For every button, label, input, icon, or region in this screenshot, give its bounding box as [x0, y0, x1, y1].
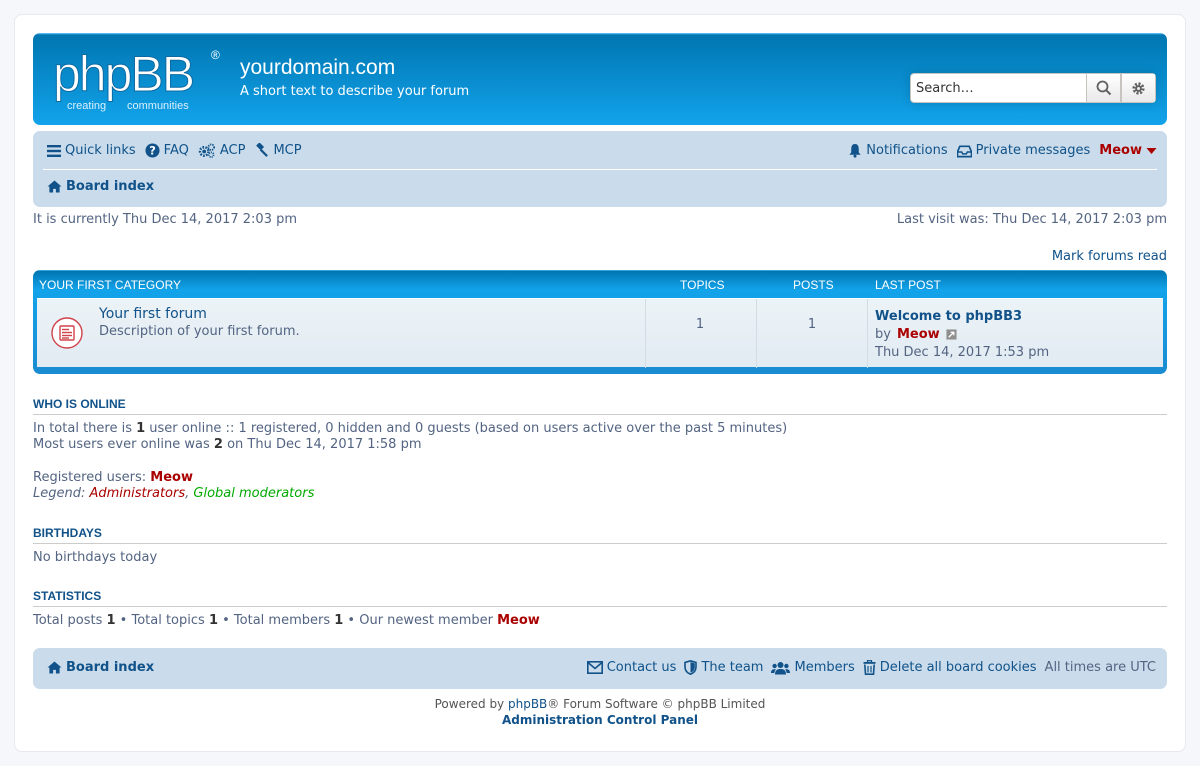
notifications-link[interactable]: Notifications — [848, 143, 948, 158]
user-menu[interactable]: Meow — [1099, 143, 1157, 158]
category-header: YOUR FIRST CATEGORY TOPICS POSTS LAST PO… — [33, 270, 1167, 298]
inbox-icon — [956, 144, 972, 157]
phpbb-logo[interactable]: phpBB ® creating communities — [51, 43, 226, 113]
who-is-online-title[interactable]: WHO IS ONLINE — [33, 397, 1167, 415]
trash-icon — [863, 660, 876, 675]
footer-board-index-link[interactable]: Board index — [47, 660, 154, 675]
last-post-title-link[interactable]: Welcome to phpBB3 — [875, 309, 1022, 324]
shield-icon — [684, 660, 698, 675]
navbar: Quick links ? FAQ ACP MCP Notifications … — [33, 131, 1167, 207]
online-record-line: Most users ever online was 2 on Thu Dec … — [33, 437, 422, 452]
current-time: It is currently Thu Dec 14, 2017 2:03 pm — [33, 212, 298, 227]
site-title: yourdomain.com — [240, 56, 396, 79]
forum-title-link[interactable]: Your first forum — [99, 306, 207, 322]
quick-links-label: Quick links — [65, 143, 136, 158]
birthdays-title: BIRTHDAYS — [33, 526, 1167, 544]
faq-label: FAQ — [163, 143, 189, 158]
timezone-note: All times are UTC — [1044, 660, 1156, 675]
search-button[interactable] — [1086, 73, 1121, 103]
hamburger-icon — [47, 144, 61, 157]
notifications-label: Notifications — [866, 143, 948, 158]
last-post-by-label: by — [875, 327, 891, 342]
acp-link[interactable]: ACP — [198, 143, 246, 158]
legend-global-moderators-link[interactable]: Global moderators — [193, 486, 314, 501]
view-latest-post-icon[interactable] — [946, 329, 957, 340]
svg-text:®: ® — [211, 48, 220, 62]
column-separator — [756, 299, 757, 368]
powered-by-line: Powered by phpBB® Forum Software © phpBB… — [434, 697, 766, 711]
statistics-title: STATISTICS — [33, 589, 1167, 607]
breadcrumb-board-index[interactable]: Board index — [47, 179, 154, 194]
caret-down-icon — [1146, 147, 1157, 154]
online-total-line: In total there is 1 user online :: 1 reg… — [33, 421, 788, 436]
bell-icon — [849, 143, 861, 158]
last-post-time: Thu Dec 14, 2017 1:53 pm — [875, 345, 1050, 360]
cogs-icon — [198, 143, 215, 158]
mark-forums-read-link[interactable]: Mark forums read — [1052, 249, 1167, 264]
search-input[interactable] — [910, 73, 1086, 103]
footer-navbar: Board index Contact us The team Members … — [33, 648, 1167, 689]
phpbb-link[interactable]: phpBB — [508, 697, 547, 711]
last-post-author-link[interactable]: Meow — [897, 327, 940, 342]
private-messages-link[interactable]: Private messages — [956, 143, 1091, 158]
gear-icon — [1132, 81, 1145, 95]
private-messages-label: Private messages — [975, 143, 1091, 158]
site-description: A short text to describe your forum — [240, 84, 470, 99]
members-link[interactable]: Members — [771, 660, 855, 675]
mcp-link[interactable]: MCP — [254, 143, 302, 158]
forum-posts-count: 1 — [807, 317, 817, 332]
delete-cookies-link[interactable]: Delete all board cookies — [863, 660, 1037, 675]
search-box — [910, 73, 1156, 103]
forum-row: Your first forum Description of your fir… — [37, 298, 1163, 368]
home-icon — [47, 180, 62, 193]
forum-unread-icon — [51, 317, 83, 349]
col-posts-header: POSTS — [793, 278, 834, 292]
breadcrumb-label: Board index — [66, 179, 155, 194]
logo-tagline-2: communities — [127, 100, 189, 112]
column-separator — [867, 299, 868, 368]
column-separator — [645, 299, 646, 368]
logo-tagline-1: creating — [67, 100, 106, 112]
quick-links-menu[interactable]: Quick links — [47, 143, 136, 158]
mcp-label: MCP — [273, 143, 302, 158]
svg-text:?: ? — [149, 145, 156, 158]
search-icon — [1096, 80, 1111, 96]
col-topics-header: TOPICS — [680, 278, 725, 292]
faq-link[interactable]: ? FAQ — [145, 143, 189, 158]
registered-user-link[interactable]: Meow — [150, 470, 193, 485]
logo-text: phpBB — [53, 46, 193, 102]
advanced-search-button[interactable] — [1121, 73, 1156, 103]
acp-label: ACP — [219, 143, 246, 158]
col-last-post-header: LAST POST — [875, 278, 941, 292]
forum-description: Description of your first forum. — [99, 324, 300, 339]
gavel-icon — [256, 143, 269, 157]
birthdays-text: No birthdays today — [33, 550, 158, 565]
registered-users-line: Registered users: Meow — [33, 470, 193, 485]
last-post-author-line: by Meow — [875, 327, 957, 342]
username-label: Meow — [1099, 143, 1142, 158]
home-icon — [47, 661, 62, 674]
newest-member-link[interactable]: Meow — [497, 613, 540, 628]
legend-administrators-link[interactable]: Administrators — [90, 486, 186, 501]
contact-us-link[interactable]: Contact us — [586, 660, 676, 675]
last-visit-time: Last visit was: Thu Dec 14, 2017 2:03 pm — [896, 212, 1167, 227]
navbar-divider — [43, 169, 1157, 170]
question-circle-icon: ? — [145, 143, 160, 158]
the-team-link[interactable]: The team — [684, 660, 763, 675]
category-name[interactable]: YOUR FIRST CATEGORY — [39, 278, 181, 292]
statistics-line: Total posts 1 • Total topics 1 • Total m… — [33, 613, 540, 628]
page-wrapper: phpBB ® creating communities yourdomain.… — [14, 14, 1186, 752]
forum-topics-count: 1 — [695, 317, 705, 332]
site-header: phpBB ® creating communities yourdomain.… — [33, 33, 1167, 125]
users-icon — [771, 661, 791, 674]
envelope-icon — [586, 661, 603, 674]
forum-category-block: YOUR FIRST CATEGORY TOPICS POSTS LAST PO… — [33, 270, 1167, 374]
admin-control-panel-link[interactable]: Administration Control Panel — [15, 713, 1185, 727]
legend-line: Legend: Administrators, Global moderator… — [33, 486, 315, 501]
